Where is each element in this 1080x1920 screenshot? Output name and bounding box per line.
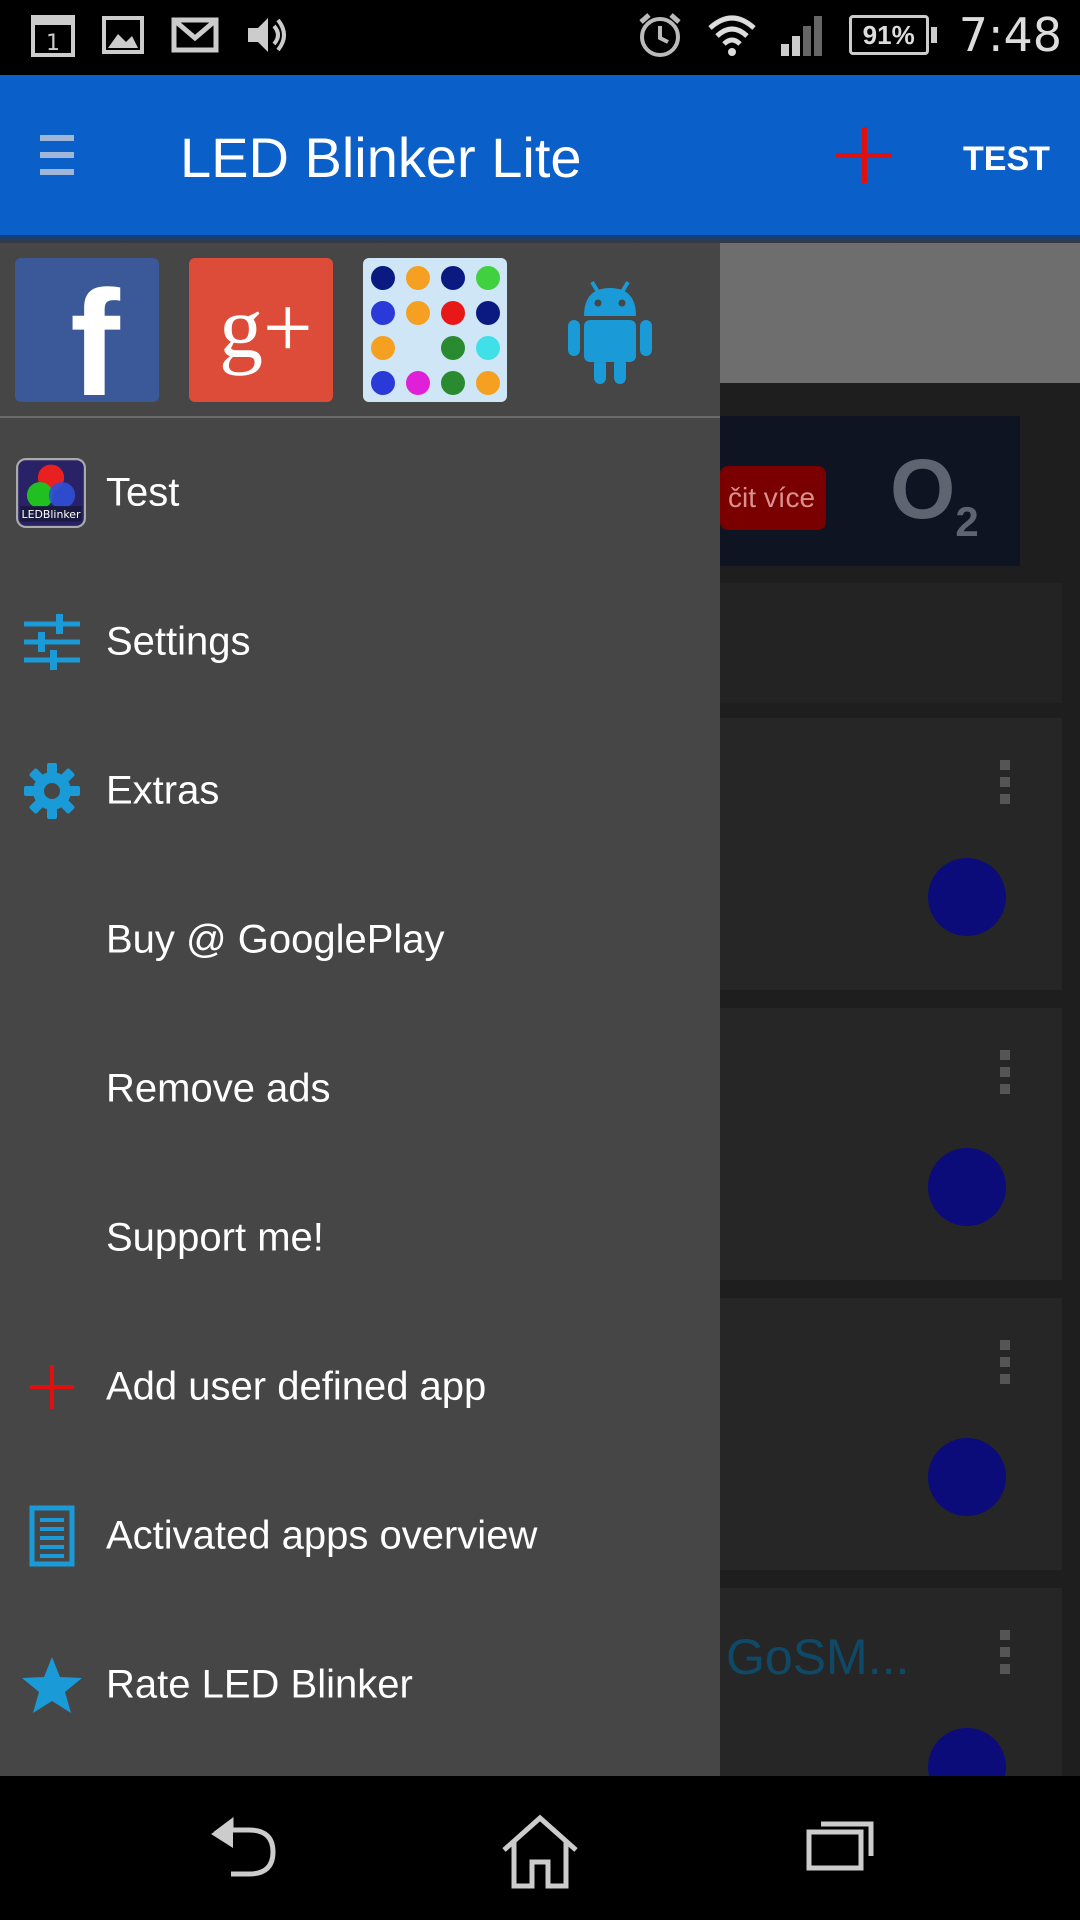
home-icon[interactable] bbox=[500, 1814, 580, 1890]
menu-icon[interactable] bbox=[40, 135, 74, 175]
list-icon bbox=[29, 1505, 75, 1566]
system-nav-bar bbox=[0, 1776, 1080, 1920]
app-title: LED Blinker Lite bbox=[180, 126, 582, 189]
ad-logo: O2 bbox=[890, 442, 979, 545]
overflow-menu-icon[interactable] bbox=[1000, 1630, 1010, 1674]
drawer-item-label: Activated apps overview bbox=[106, 1513, 538, 1557]
drawer-item-activated-apps-overview[interactable]: Activated apps overview bbox=[0, 1461, 720, 1610]
led-color-circle[interactable] bbox=[928, 858, 1006, 936]
social-row: f g+ bbox=[0, 243, 720, 418]
sliders-icon bbox=[24, 613, 80, 670]
svg-text:1: 1 bbox=[46, 31, 60, 56]
drawer-item-settings[interactable]: Settings bbox=[0, 567, 720, 716]
drawer-item-extras[interactable]: Extras bbox=[0, 716, 720, 865]
gmail-icon bbox=[171, 17, 219, 53]
drawer-item-test[interactable]: LEDBlinker Test bbox=[0, 418, 720, 567]
star-icon bbox=[22, 1656, 82, 1713]
facebook-icon[interactable]: f bbox=[15, 258, 159, 418]
test-button[interactable]: TEST bbox=[963, 140, 1050, 179]
overflow-menu-icon[interactable] bbox=[1000, 760, 1010, 804]
ad-button[interactable]: čit více bbox=[720, 466, 826, 530]
battery-icon: 91% bbox=[848, 15, 937, 55]
list-item[interactable] bbox=[720, 1008, 1062, 1280]
android-icon[interactable] bbox=[560, 278, 660, 388]
volume-icon bbox=[248, 18, 286, 52]
led-dots-app-icon[interactable] bbox=[363, 258, 507, 402]
clock: 7:48 bbox=[958, 8, 1062, 62]
drawer-item-label: Support me! bbox=[106, 1215, 324, 1259]
signal-icon bbox=[780, 16, 822, 56]
main-content: čit více O2 GoSM... bbox=[720, 243, 1080, 1776]
header-strip bbox=[720, 243, 1080, 383]
calendar-icon: 1 bbox=[31, 15, 75, 57]
status-bar: 1 91% 7:48 bbox=[0, 0, 1080, 75]
gear-icon bbox=[24, 762, 80, 819]
plus-icon bbox=[30, 1364, 74, 1409]
list-item[interactable] bbox=[720, 718, 1062, 990]
overflow-menu-icon[interactable] bbox=[1000, 1050, 1010, 1094]
google-plus-icon[interactable]: g+ bbox=[189, 258, 333, 402]
svg-text:LEDBlinker: LEDBlinker bbox=[21, 508, 81, 521]
list-item[interactable] bbox=[720, 583, 1062, 703]
drawer-item-add-user-defined-app[interactable]: Add user defined app bbox=[0, 1312, 720, 1461]
drawer-item-label: Test bbox=[106, 470, 180, 514]
alarm-icon bbox=[639, 13, 681, 57]
drawer-item-label: Buy @ GooglePlay bbox=[106, 917, 445, 961]
led-color-circle[interactable] bbox=[928, 1148, 1006, 1226]
list-item[interactable]: GoSM... bbox=[720, 1588, 1062, 1776]
drawer-item-label: Remove ads bbox=[106, 1066, 331, 1110]
app-name: GoSM... bbox=[726, 1629, 910, 1685]
recent-apps-icon[interactable] bbox=[805, 1814, 877, 1874]
drawer-item-label: Add user defined app bbox=[106, 1364, 487, 1408]
drawer-item-label: Extras bbox=[106, 768, 220, 812]
wifi-icon bbox=[708, 15, 756, 56]
back-icon[interactable] bbox=[205, 1814, 281, 1882]
app-bar-shadow bbox=[0, 235, 1080, 243]
drawer-item-rate-led-blinker[interactable]: Rate LED Blinker bbox=[0, 1610, 720, 1759]
overflow-menu-icon[interactable] bbox=[1000, 1340, 1010, 1384]
drawer-item-support-me[interactable]: Support me! bbox=[0, 1163, 720, 1312]
app-bar: LED Blinker Lite TEST bbox=[0, 75, 1080, 235]
drawer-item-remove-ads[interactable]: Remove ads bbox=[0, 1014, 720, 1163]
gallery-icon bbox=[102, 16, 144, 54]
list-item[interactable] bbox=[720, 1298, 1062, 1570]
ad-banner[interactable]: čit více O2 bbox=[720, 416, 1020, 566]
led-blinker-logo-icon: LEDBlinker bbox=[16, 457, 86, 528]
drawer-item-buy-googleplay[interactable]: Buy @ GooglePlay bbox=[0, 865, 720, 1014]
add-icon[interactable] bbox=[836, 127, 892, 183]
drawer-item-label: Settings bbox=[106, 619, 251, 663]
led-color-circle[interactable] bbox=[928, 1438, 1006, 1516]
led-color-circle[interactable] bbox=[928, 1728, 1006, 1776]
navigation-drawer: f g+ LEDBlinker Test Settings Extras Buy… bbox=[0, 243, 720, 1776]
drawer-item-label: Rate LED Blinker bbox=[106, 1662, 413, 1706]
